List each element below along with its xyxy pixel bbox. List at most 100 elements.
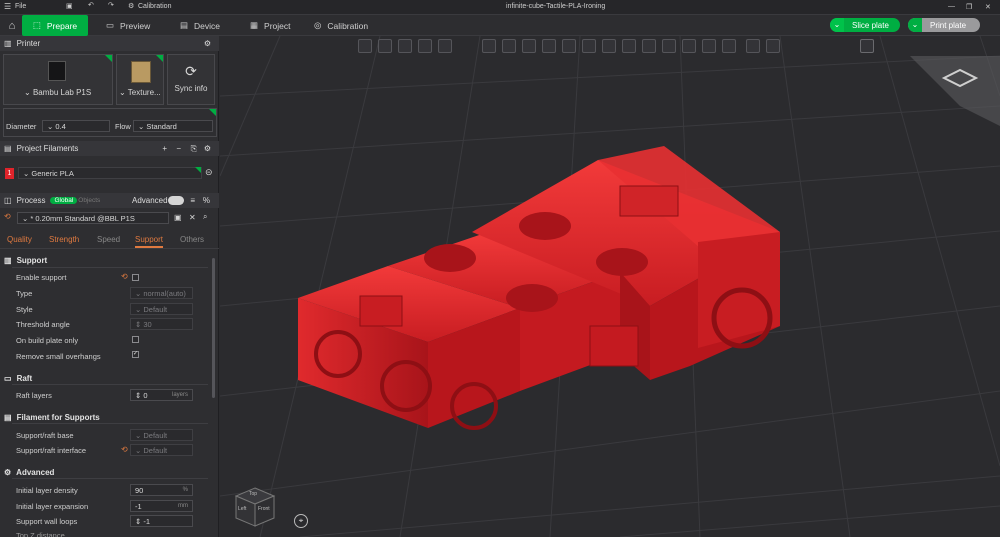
support-paint-icon[interactable] [602, 39, 616, 53]
support-type-select[interactable]: ⌄ normal(auto) [130, 287, 193, 299]
assembly-icon[interactable] [702, 39, 716, 53]
add-object-icon[interactable] [358, 39, 372, 53]
raft-layers-input[interactable]: ⇕ 0 layers [130, 389, 193, 401]
global-toggle[interactable]: Global [50, 197, 78, 204]
model-infinite-cube[interactable] [298, 146, 780, 430]
scale-icon[interactable] [522, 39, 536, 53]
filament-edit-icon[interactable]: ⊝ [205, 167, 213, 178]
color-paint-icon[interactable] [682, 39, 696, 53]
initial-expansion-input[interactable]: -1 mm [130, 500, 193, 512]
calibration-menu[interactable]: Calibration [138, 3, 171, 10]
mesh-boolean-icon[interactable] [582, 39, 596, 53]
tab-calibration[interactable]: ◎ Calibration [314, 15, 368, 36]
zoom-to-fit-icon[interactable]: ⌖ [294, 514, 308, 528]
tab-prepare[interactable]: ⬚ Prepare [22, 15, 88, 36]
sync-info-button[interactable]: ⟳ Sync info [167, 54, 215, 105]
tab-support[interactable]: Support [135, 235, 164, 248]
process-preset-select[interactable]: ⌄ * 0.20mm Standard @BBL P1S [17, 212, 169, 224]
tab-speed[interactable]: Speed [97, 235, 120, 244]
minimize-icon[interactable]: — [948, 3, 955, 10]
close-icon[interactable]: ✕ [189, 213, 196, 222]
advanced-label: Advanced [132, 196, 168, 205]
diameter-select[interactable]: ⌄ 0.4 [42, 120, 110, 132]
filaments-section-header: ▤ Project Filaments + − ⎘ ⚙ [0, 141, 219, 156]
remove-overhangs-checkbox[interactable]: ✓ [132, 351, 139, 358]
tab-device[interactable]: ▤ Device [180, 15, 220, 36]
home-icon[interactable]: ⌂ [4, 15, 20, 36]
slice-plate-button[interactable]: ⌄ Slice plate [830, 18, 900, 32]
restore-icon[interactable]: ❐ [966, 3, 972, 11]
reset-icon[interactable]: ⟲ [121, 272, 128, 281]
lay-flat-icon[interactable] [542, 39, 556, 53]
list-icon[interactable]: ≡ [190, 196, 195, 205]
navigation-cube[interactable]: Top Left Front [232, 484, 278, 530]
advanced-switch[interactable] [168, 196, 184, 205]
initial-density-input[interactable]: 90% [130, 484, 193, 496]
menu-icon[interactable]: ☰ [4, 2, 11, 11]
sync-filament-icon[interactable]: ⎘ [191, 144, 197, 154]
redo-icon[interactable]: ↷ [108, 1, 114, 9]
undo-icon[interactable]: ↶ [88, 1, 94, 9]
gear-icon[interactable]: ⚙ [204, 144, 211, 153]
text-tool-icon[interactable] [642, 39, 656, 53]
field-value: 30 [143, 319, 152, 329]
file-menu[interactable]: File [15, 3, 26, 10]
enable-support-checkbox[interactable] [132, 274, 139, 281]
support-base-select[interactable]: ⌄ Default [130, 429, 193, 441]
explode-icon[interactable] [766, 39, 780, 53]
printer-name: ⌄ Bambu Lab P1S [24, 88, 91, 97]
printer-card[interactable]: ⌄ Bambu Lab P1S [3, 54, 113, 105]
build-plate-only-checkbox[interactable] [132, 336, 139, 343]
search-icon[interactable]: ⌕ [203, 212, 207, 222]
tab-others[interactable]: Others [180, 235, 204, 244]
3d-viewport[interactable] [220, 36, 1000, 537]
sync-label: Sync info [174, 84, 208, 93]
navcube-top-label[interactable]: Top [249, 491, 257, 497]
top-z-distance-label: Top Z distance [16, 531, 65, 537]
tab-project[interactable]: ▦ Project [250, 15, 291, 36]
seam-paint-icon[interactable] [622, 39, 636, 53]
threshold-angle-input[interactable]: ⇕ 30 [130, 318, 193, 330]
view-settings-icon[interactable] [746, 39, 760, 53]
reset-icon[interactable]: ⟲ [121, 445, 128, 454]
cut-icon[interactable] [562, 39, 576, 53]
filament-select[interactable]: ⌄ Generic PLA [18, 167, 202, 179]
percent-icon[interactable]: % [203, 196, 210, 205]
save-preset-icon[interactable]: ▣ [174, 213, 182, 222]
tab-quality[interactable]: Quality [7, 235, 32, 244]
reset-icon[interactable]: ⟲ [4, 212, 11, 221]
build-plate-grid [220, 36, 1000, 537]
support-interface-select[interactable]: ⌄ Default [130, 444, 193, 456]
chevron-down-icon[interactable]: ⌄ [830, 18, 844, 32]
close-icon[interactable]: ✕ [985, 3, 991, 11]
plate-card[interactable]: ⌄ Texture... [116, 54, 164, 105]
variable-layer-icon[interactable] [722, 39, 736, 53]
gear-icon[interactable]: ⚙ [204, 39, 211, 48]
measure-icon[interactable] [662, 39, 676, 53]
navcube-front-label[interactable]: Front [258, 506, 270, 512]
rotate-icon[interactable] [502, 39, 516, 53]
grid-plate-icon[interactable] [378, 39, 392, 53]
flow-select[interactable]: ⌄ Standard [133, 120, 213, 132]
orient-icon[interactable] [398, 39, 412, 53]
collapse-toolbar-icon[interactable] [860, 39, 874, 53]
remove-icon[interactable]: − [176, 144, 181, 153]
navcube-left-label[interactable]: Left [238, 506, 246, 512]
split-icon[interactable] [438, 39, 452, 53]
settings-scrollbar[interactable] [212, 258, 215, 398]
filament-item[interactable]: 1 ⌄ Generic PLA ⊝ [5, 167, 215, 181]
calibration-gear-icon[interactable]: ⚙ [128, 2, 134, 10]
tab-strength[interactable]: Strength [49, 235, 79, 244]
move-icon[interactable] [482, 39, 496, 53]
support-base-label: Support/raft base [16, 431, 74, 440]
arrange-icon[interactable] [418, 39, 432, 53]
add-icon[interactable]: + [162, 144, 167, 153]
save-icon[interactable]: ▣ [66, 2, 73, 10]
objects-toggle[interactable]: Objects [78, 197, 100, 204]
print-plate-button[interactable]: ⌄ Print plate [908, 18, 980, 32]
chevron-down-icon[interactable]: ⌄ [908, 18, 922, 32]
tab-preview[interactable]: ▭ Preview [106, 15, 150, 36]
process-tabs: Quality Strength Speed Support Others [0, 235, 219, 249]
support-style-select[interactable]: ⌄ Default [130, 303, 193, 315]
support-wall-loops-input[interactable]: ⇕ -1 [130, 515, 193, 527]
